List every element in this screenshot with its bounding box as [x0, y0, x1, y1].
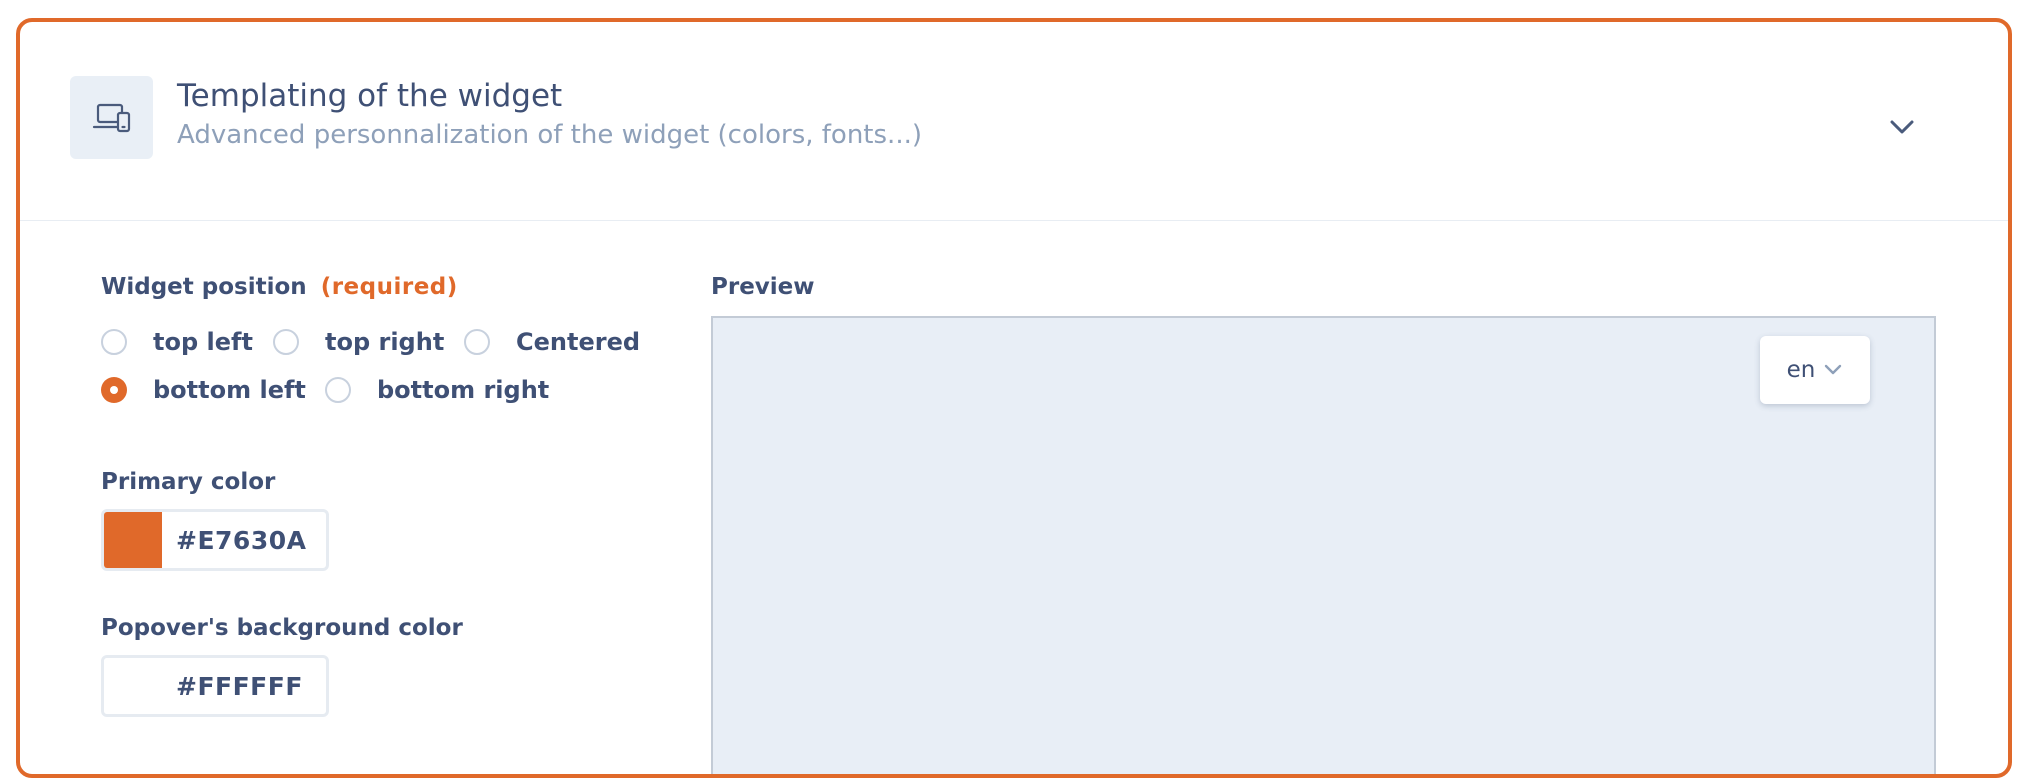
radio-top-left-label: top left: [153, 328, 253, 356]
preview-area: en: [711, 316, 1936, 774]
radio-bottom-right[interactable]: bottom right: [325, 376, 549, 404]
radio-centered-label: Centered: [516, 328, 641, 356]
radio-bottom-right-label: bottom right: [377, 376, 550, 404]
radio-centered[interactable]: Centered: [464, 328, 640, 356]
radio-bottom-right-circle[interactable]: [325, 377, 351, 403]
popover-bg-color-swatch[interactable]: [104, 658, 162, 714]
primary-color-swatch[interactable]: [104, 512, 162, 568]
required-badge: (required): [320, 274, 458, 300]
primary-color-value: #E7630A: [176, 525, 307, 555]
radio-top-right[interactable]: top right: [273, 328, 444, 356]
devices-icon: [70, 76, 153, 159]
popover-bg-color-field[interactable]: #FFFFFF: [101, 655, 329, 717]
radio-bottom-left-circle[interactable]: [101, 377, 127, 403]
radio-bottom-left-label: bottom left: [153, 376, 306, 404]
preview-label: Preview: [711, 274, 815, 300]
primary-color-label: Primary color: [101, 469, 276, 495]
radio-top-left[interactable]: top left: [101, 328, 253, 356]
popover-bg-color-label: Popover's background color: [101, 615, 463, 641]
radio-bottom-left[interactable]: bottom left: [101, 376, 306, 404]
popover-bg-color-value: #FFFFFF: [176, 671, 303, 701]
section-title: Templating of the widget: [177, 78, 563, 114]
templating-panel: Templating of the widget Advanced person…: [16, 18, 2012, 778]
radio-centered-circle[interactable]: [464, 329, 490, 355]
chevron-down-icon: [1825, 364, 1842, 375]
language-value: en: [1786, 357, 1816, 383]
chevron-down-icon[interactable]: [1886, 114, 1918, 138]
widget-position-label: Widget position (required): [101, 274, 458, 300]
radio-top-right-circle[interactable]: [273, 329, 299, 355]
primary-color-field[interactable]: #E7630A: [101, 509, 329, 571]
language-select[interactable]: en: [1760, 336, 1870, 404]
radio-top-left-circle[interactable]: [101, 329, 127, 355]
section-header[interactable]: Templating of the widget Advanced person…: [20, 22, 2008, 221]
widget-position-label-text: Widget position: [101, 274, 307, 300]
radio-top-right-label: top right: [325, 328, 445, 356]
section-subtitle: Advanced personnalization of the widget …: [177, 120, 922, 150]
